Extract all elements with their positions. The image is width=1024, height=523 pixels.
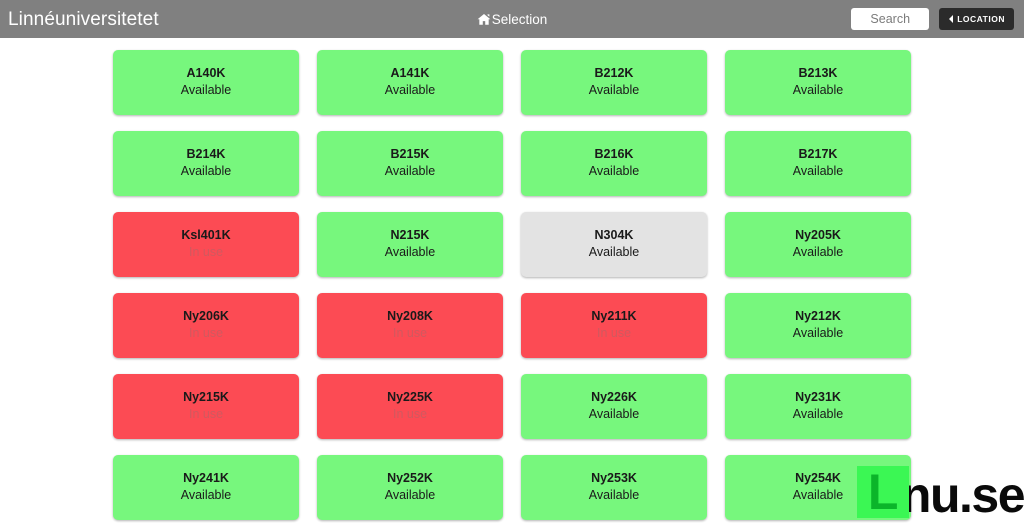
nav-link-selection[interactable]: Selection [477, 11, 548, 27]
top-navbar: Linnéuniversitetet Selection LOCATION [0, 0, 1024, 38]
room-card-title: Ny231K [795, 390, 841, 405]
room-card[interactable]: Ny208K In use [317, 293, 503, 358]
room-card[interactable]: Ny252K Available [317, 455, 503, 520]
room-card-status: Available [588, 245, 640, 259]
room-card-status: In use [188, 326, 224, 340]
room-card[interactable]: Ny215K In use [113, 374, 299, 439]
room-card-status: In use [596, 326, 632, 340]
room-card[interactable]: Ny211K In use [521, 293, 707, 358]
room-card-status: In use [188, 245, 224, 259]
room-card[interactable]: Ksl401K In use [113, 212, 299, 277]
room-card-status: Available [792, 83, 844, 97]
room-card-title: Ny226K [591, 390, 637, 405]
room-card[interactable]: Ny253K Available [521, 455, 707, 520]
room-card-title: A141K [390, 66, 430, 81]
room-card-status: Available [180, 83, 232, 97]
room-card-title: B217K [798, 147, 838, 162]
room-card-title: Ny215K [183, 390, 229, 405]
room-card-status: Available [588, 164, 640, 178]
room-card-status: Available [588, 488, 640, 502]
room-card-title: B215K [390, 147, 430, 162]
home-icon [477, 13, 491, 26]
room-card[interactable]: B212K Available [521, 50, 707, 115]
room-card-title: Ny212K [795, 309, 841, 324]
nav-link-label: Selection [491, 11, 548, 27]
room-card-status: Available [792, 326, 844, 340]
room-board: A140K Available A141K Available B212K Availab… [0, 38, 1024, 523]
room-card-title: Ny252K [387, 471, 433, 486]
room-card[interactable]: N215K Available [317, 212, 503, 277]
room-card[interactable]: Ny212K Available [725, 293, 911, 358]
room-card-title: B216K [594, 147, 634, 162]
room-card[interactable]: N304K Available [521, 212, 707, 277]
room-card-title: N304K [594, 228, 634, 243]
room-card-status: Available [588, 407, 640, 421]
room-card-status: In use [392, 407, 428, 421]
location-button[interactable]: LOCATION [939, 8, 1014, 30]
navbar-right: LOCATION [851, 0, 1014, 38]
room-card-title: Ny241K [183, 471, 229, 486]
room-card-title: Ksl401K [181, 228, 231, 243]
room-card-status: Available [384, 488, 436, 502]
brand-title: Linnéuniversitetet [8, 8, 159, 30]
room-card-title: Ny253K [591, 471, 637, 486]
room-card-title: Ny211K [591, 309, 637, 324]
room-card-status: Available [792, 245, 844, 259]
room-card[interactable]: A141K Available [317, 50, 503, 115]
room-card-status: Available [180, 164, 232, 178]
room-card[interactable]: B213K Available [725, 50, 911, 115]
room-card-title: Ny205K [795, 228, 841, 243]
room-card-status: In use [392, 326, 428, 340]
room-card-title: B213K [798, 66, 838, 81]
room-card-status: Available [792, 488, 844, 502]
room-card[interactable]: Ny231K Available [725, 374, 911, 439]
room-card[interactable]: B214K Available [113, 131, 299, 196]
room-card[interactable]: Ny241K Available [113, 455, 299, 520]
room-card-title: B214K [186, 147, 226, 162]
room-card[interactable]: Ny225K In use [317, 374, 503, 439]
room-card-title: Ny206K [183, 309, 229, 324]
room-card-status: Available [588, 83, 640, 97]
room-card[interactable]: B215K Available [317, 131, 503, 196]
room-card-title: Ny208K [387, 309, 433, 324]
room-card-status: Available [384, 245, 436, 259]
room-card[interactable]: A140K Available [113, 50, 299, 115]
logo-text: nu.se [900, 467, 1024, 523]
room-card[interactable]: Ny226K Available [521, 374, 707, 439]
room-card[interactable]: B217K Available [725, 131, 911, 196]
room-card-status: In use [188, 407, 224, 421]
location-button-label: LOCATION [957, 14, 1005, 24]
room-card-title: A140K [186, 66, 226, 81]
room-card-status: Available [384, 83, 436, 97]
room-card-title: N215K [390, 228, 430, 243]
lnu-logo: L nu.se [856, 464, 1024, 523]
room-card-title: Ny225K [387, 390, 433, 405]
room-card-status: Available [792, 407, 844, 421]
room-card-title: Ny254K [795, 471, 841, 486]
chevron-left-icon [948, 15, 954, 23]
search-input[interactable] [851, 8, 930, 30]
logo-letter: L [867, 464, 899, 520]
room-card-status: Available [792, 164, 844, 178]
room-card[interactable]: Ny206K In use [113, 293, 299, 358]
logo-mark: L [856, 464, 909, 520]
room-card-title: B212K [594, 66, 634, 81]
room-card[interactable]: B216K Available [521, 131, 707, 196]
room-card[interactable]: Ny205K Available [725, 212, 911, 277]
room-grid: A140K Available A141K Available B212K Availab… [113, 50, 1024, 520]
room-card-status: Available [384, 164, 436, 178]
room-card-status: Available [180, 488, 232, 502]
